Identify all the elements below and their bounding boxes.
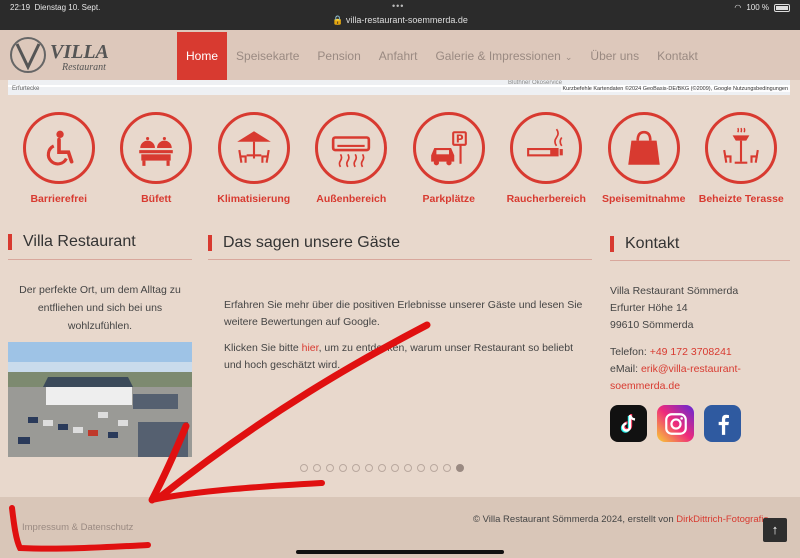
feature-label: Raucherbereich bbox=[506, 193, 586, 205]
buffet-icon bbox=[120, 112, 193, 184]
nav-kontakt[interactable]: Kontakt bbox=[648, 32, 707, 80]
status-right: ◠ 100 % bbox=[734, 3, 790, 12]
contact-name: Villa Restaurant Sömmerda bbox=[610, 285, 739, 297]
slider-dot[interactable] bbox=[365, 464, 373, 472]
contact-address: Villa Restaurant Sömmerda Erfurter Höhe … bbox=[610, 283, 738, 334]
lock-icon: 🔒 bbox=[332, 15, 346, 25]
chevron-down-icon: ⌄ bbox=[564, 52, 573, 62]
about-title: Villa Restaurant bbox=[8, 234, 136, 250]
social-links bbox=[610, 405, 741, 442]
about-text: Der perfekte Ort, um dem Alltag zu entfl… bbox=[19, 284, 181, 332]
svg-text:P: P bbox=[456, 134, 464, 146]
home-indicator bbox=[296, 550, 504, 554]
nav-anfahrt[interactable]: Anfahrt bbox=[370, 32, 427, 80]
impressum-link[interactable]: Impressum & Datenschutz bbox=[22, 522, 133, 533]
slider-dot[interactable] bbox=[352, 464, 360, 472]
svg-text:VILLA: VILLA bbox=[50, 41, 109, 63]
reviews-text: Erfahren Sie mehr über die positiven Erl… bbox=[224, 297, 584, 383]
facebook-icon[interactable] bbox=[704, 405, 741, 442]
contact-email-line: eMail: erik@villa-restaurant- bbox=[610, 363, 741, 375]
villa-logo[interactable]: VILLA Restaurant bbox=[8, 35, 128, 75]
reviews-paragraph-1: Erfahren Sie mehr über die positiven Erl… bbox=[224, 299, 583, 328]
map-poi-label: Blüthner Ökoservice bbox=[508, 80, 563, 86]
feature-label: Parkplätze bbox=[422, 193, 476, 205]
contact-title: Kontakt bbox=[610, 236, 679, 252]
contact-divider bbox=[610, 260, 790, 261]
nav-home[interactable]: Home bbox=[177, 32, 228, 80]
about-divider bbox=[8, 259, 192, 260]
feature-klimatisierung: Klimatisierung bbox=[205, 112, 303, 205]
slider-dot[interactable] bbox=[300, 464, 308, 472]
feature-raucherbereich: Raucherbereich bbox=[498, 112, 596, 205]
contact-details: Telefon: +49 172 3708241 eMail: erik@vil… bbox=[610, 344, 741, 395]
feature-label: Speisemitnahme bbox=[602, 193, 686, 205]
battery-percent: 100 % bbox=[746, 3, 769, 12]
svg-text:Restaurant: Restaurant bbox=[61, 62, 106, 73]
nav-galerie[interactable]: Galerie & Impressionen ⌄ bbox=[426, 32, 581, 80]
slider-dot[interactable] bbox=[417, 464, 425, 472]
feature-bufett: Büfett bbox=[108, 112, 206, 205]
contact-phone-line: Telefon: +49 172 3708241 bbox=[610, 346, 732, 358]
feature-label: Außenbereich bbox=[316, 193, 387, 205]
umbrella-table-icon bbox=[217, 112, 290, 184]
reviews-paragraph-2: Klicken Sie bitte hier, um zu entdecken,… bbox=[224, 342, 574, 371]
feature-parkplaetze: P Parkplätze bbox=[400, 112, 498, 205]
shopping-bag-icon bbox=[607, 112, 680, 184]
photographer-link[interactable]: DirkDittrich-Fotografie bbox=[676, 514, 768, 525]
instagram-icon[interactable] bbox=[657, 405, 694, 442]
map-street-label: Erfurtecke bbox=[12, 86, 40, 92]
reviews-title: Das sagen unsere Gäste bbox=[208, 235, 400, 251]
slider-dot[interactable] bbox=[378, 464, 386, 472]
slider-dot[interactable] bbox=[391, 464, 399, 472]
map-embed[interactable]: Erfurtecke Blüthner Ökoservice Kurzbefeh… bbox=[8, 80, 790, 95]
arrow-up-icon: ↑ bbox=[771, 522, 779, 537]
contact-street: Erfurter Höhe 14 bbox=[610, 302, 688, 314]
google-reviews-link[interactable]: hier bbox=[302, 342, 319, 354]
tab-dots[interactable]: ••• bbox=[392, 1, 404, 11]
contact-city: 99610 Sömmerda bbox=[610, 319, 694, 331]
slider-dot[interactable] bbox=[456, 464, 464, 472]
nav-speisekarte[interactable]: Speisekarte bbox=[227, 32, 308, 80]
feature-label: Beheizte Terasse bbox=[698, 193, 784, 205]
restaurant-photo[interactable] bbox=[8, 342, 192, 457]
tiktok-icon[interactable] bbox=[610, 405, 647, 442]
main-nav: Home Speisekarte Pension Anfahrt Galerie… bbox=[177, 32, 707, 80]
copyright-text: © Villa Restaurant Sömmerda 2024, erstel… bbox=[473, 514, 769, 525]
scroll-to-top-button[interactable]: ↑ bbox=[763, 518, 787, 542]
heater-terrace-icon bbox=[705, 112, 778, 184]
feature-label: Klimatisierung bbox=[217, 193, 291, 205]
site-footer: Impressum & Datenschutz © Villa Restaura… bbox=[0, 497, 800, 558]
phone-link[interactable]: +49 172 3708241 bbox=[650, 346, 732, 358]
feature-beheizte-terasse: Beheizte Terasse bbox=[693, 112, 791, 205]
nav-ueber-uns[interactable]: Über uns bbox=[581, 32, 648, 80]
status-time: 22:19 Dienstag 10. Sept. bbox=[10, 3, 101, 12]
feature-speisemitnahme: Speisemitnahme bbox=[595, 112, 693, 205]
slider-dot[interactable] bbox=[326, 464, 334, 472]
wheelchair-icon bbox=[22, 112, 95, 184]
slider-dot[interactable] bbox=[313, 464, 321, 472]
feature-aussenbereich: Außenbereich bbox=[303, 112, 401, 205]
air-conditioner-icon bbox=[315, 112, 388, 184]
address-bar[interactable]: 🔒 villa-restaurant-soemmerda.de bbox=[0, 15, 800, 26]
slider-dot[interactable] bbox=[430, 464, 438, 472]
slider-dots bbox=[300, 464, 464, 472]
battery-icon bbox=[774, 3, 790, 12]
feature-label: Büfett bbox=[141, 193, 172, 205]
car-parking-icon: P bbox=[412, 112, 485, 184]
email-link[interactable]: erik@villa-restaurant- bbox=[641, 363, 741, 375]
slider-dot[interactable] bbox=[339, 464, 347, 472]
nav-pension[interactable]: Pension bbox=[308, 32, 369, 80]
map-attribution[interactable]: Kurzbefehle Kartendaten ©2024 GeoBasis-D… bbox=[560, 86, 790, 92]
email-link-continued[interactable]: soemmerda.de bbox=[610, 380, 680, 392]
wifi-icon: ◠ bbox=[734, 3, 742, 12]
slider-dot[interactable] bbox=[443, 464, 451, 472]
feature-list: Barrierefrei Büfett Klimatisierung Außen… bbox=[10, 112, 790, 205]
status-bar: 22:19 Dienstag 10. Sept. ••• 🔒 villa-res… bbox=[0, 0, 800, 30]
feature-barrierefrei: Barrierefrei bbox=[10, 112, 108, 205]
site-header: VILLA Restaurant Home Speisekarte Pensio… bbox=[0, 30, 800, 80]
cigarette-icon bbox=[510, 112, 583, 184]
slider-dot[interactable] bbox=[404, 464, 412, 472]
feature-label: Barrierefrei bbox=[30, 193, 88, 205]
reviews-divider bbox=[208, 259, 592, 260]
